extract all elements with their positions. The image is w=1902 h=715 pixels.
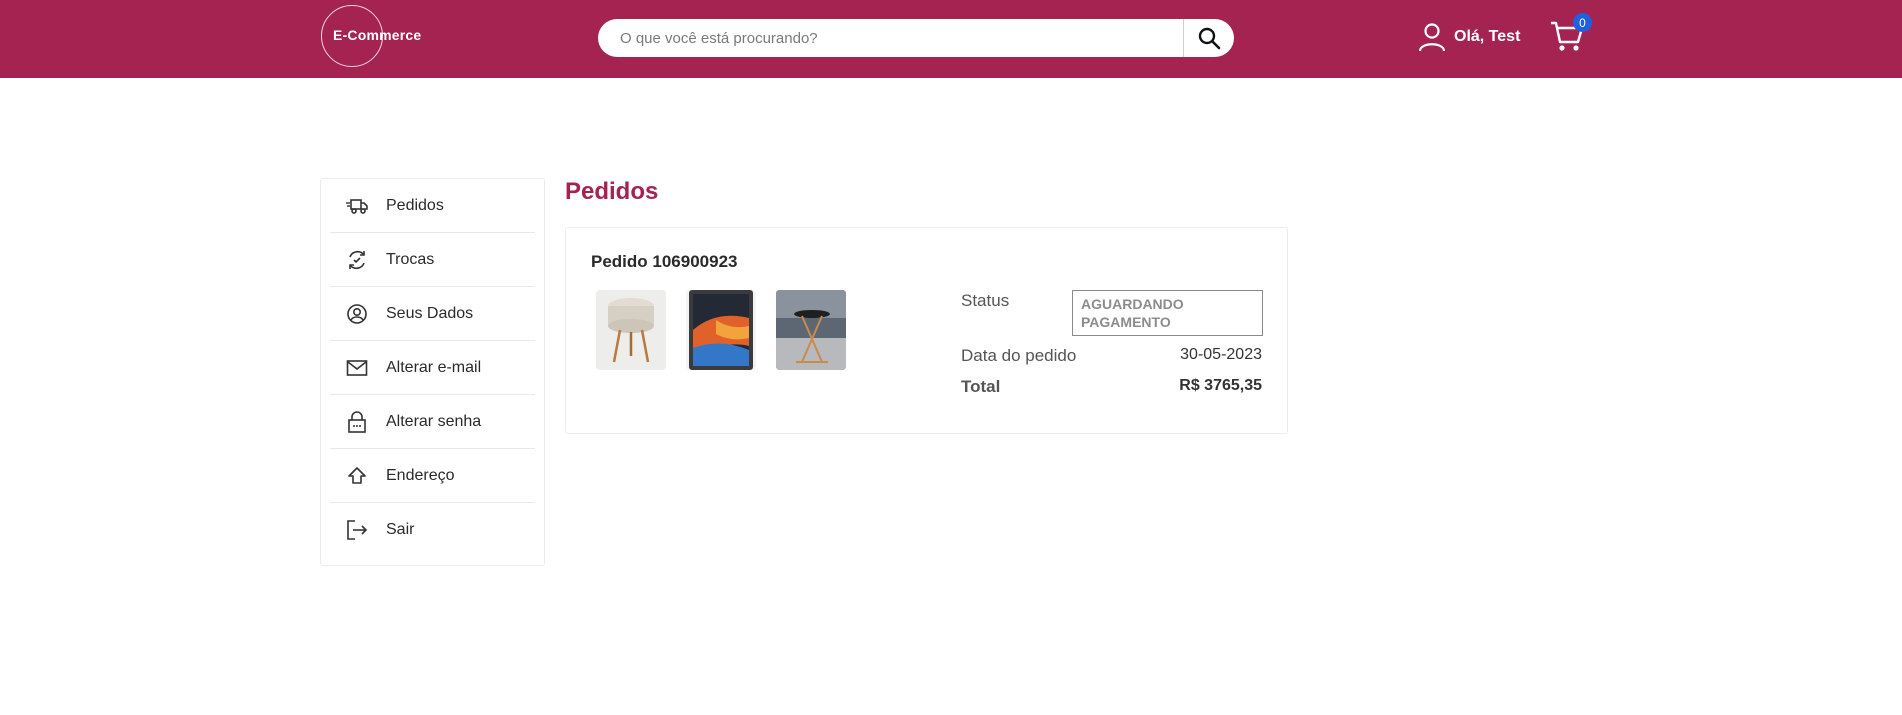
sidebar-item-label: Alterar senha [386, 412, 482, 430]
sidebar-item-label: Endereço [386, 466, 455, 484]
sidebar-item-label: Seus Dados [386, 304, 474, 322]
order-number: Pedido 106900923 [591, 252, 738, 271]
user-icon [1418, 23, 1446, 52]
account-greeting: Olá, Test [1454, 28, 1521, 45]
search-input[interactable] [598, 19, 1182, 57]
page-title: Pedidos [565, 178, 659, 205]
account-sidebar: Pedidos Trocas Seus Dados Alterar e-mail… [320, 178, 545, 566]
cart-count-badge: 0 [1573, 13, 1592, 32]
lock-icon [346, 410, 368, 433]
order-total-value: R$ 3765,35 [1179, 377, 1262, 394]
sidebar-item-trocas[interactable]: Trocas [330, 233, 535, 287]
stool-product-image[interactable] [596, 290, 666, 370]
status-label: Status [961, 291, 1010, 310]
truck-icon [346, 195, 368, 217]
sidebar-item-label: Sair [386, 521, 415, 538]
account-button[interactable]: Olá, Test [1418, 22, 1520, 52]
order-date-label: Data do pedido [961, 346, 1077, 365]
sidebar-item-seus-dados[interactable]: Seus Dados [330, 287, 535, 341]
order-card[interactable]: Pedido 106900923 Status AGUARDANDO PAGAM… [565, 227, 1288, 434]
sidebar-item-sair[interactable]: Sair [330, 503, 535, 557]
order-date-value: 30-05-2023 [1180, 346, 1262, 363]
sidebar-item-label: Pedidos [386, 196, 444, 214]
status-badge: AGUARDANDO PAGAMENTO [1072, 290, 1263, 336]
sidebar-item-label: Trocas [386, 250, 435, 268]
sidebar-item-endereco[interactable]: Endereço [330, 449, 535, 503]
sidebar-item-pedidos[interactable]: Pedidos [330, 179, 535, 233]
envelope-icon [346, 357, 368, 379]
logout-icon [346, 519, 368, 541]
order-total-label: Total [961, 377, 1001, 396]
user-circle-icon [346, 303, 368, 325]
exchange-icon [346, 249, 368, 271]
search-icon [1198, 27, 1221, 50]
search-button[interactable] [1184, 19, 1234, 57]
sidebar-item-alterar-email[interactable]: Alterar e-mail [330, 341, 535, 395]
logo-text[interactable]: E-Commerce [333, 27, 421, 43]
top-navbar: E-Commerce Olá, Test 0 [0, 0, 1902, 78]
sidebar-item-alterar-senha[interactable]: Alterar senha [330, 395, 535, 449]
sidebar-item-label: Alterar e-mail [386, 358, 482, 376]
tablet-product-image[interactable] [686, 290, 756, 370]
side-table-product-image[interactable] [776, 290, 846, 370]
home-icon [346, 465, 368, 487]
search-bar [598, 19, 1234, 57]
